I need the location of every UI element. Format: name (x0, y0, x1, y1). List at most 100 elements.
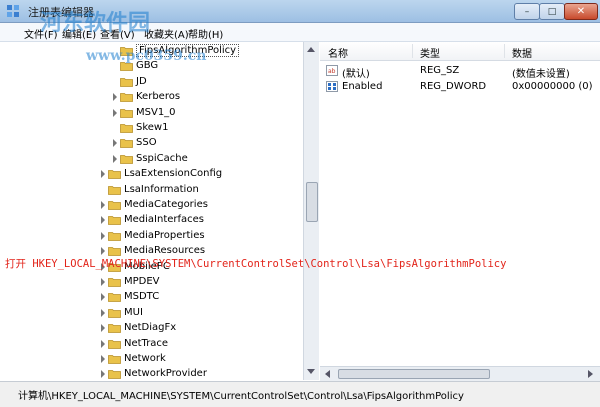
expand-arrow-icon[interactable] (101, 293, 105, 302)
expand-arrow-icon[interactable] (101, 324, 105, 333)
folder-icon (108, 308, 121, 318)
tree-item[interactable]: Kerberos (0, 90, 303, 105)
expand-arrow-icon[interactable] (101, 170, 105, 179)
tree-item[interactable]: LsaInformation (0, 183, 303, 198)
minimize-icon: – (524, 6, 530, 17)
tree-item[interactable]: SspiCache (0, 152, 303, 167)
tree-item[interactable]: Skew1 (0, 121, 303, 136)
scroll-left-icon[interactable] (325, 370, 330, 378)
list-horizontal-scrollbar[interactable] (320, 366, 600, 381)
tree-scroll-thumb[interactable] (306, 182, 318, 222)
folder-icon (108, 278, 121, 287)
instruction-annotation: 打开 HKEY_LOCAL_MACHINE\SYSTEM\CurrentCont… (5, 258, 507, 270)
expand-arrow-icon[interactable] (113, 139, 117, 148)
folder-icon (108, 201, 121, 210)
tree-item[interactable]: LsaExtensionConfig (0, 167, 303, 182)
tree-item-label: Kerberos (136, 91, 181, 103)
folder-icon (108, 170, 121, 180)
list-scroll-thumb[interactable] (338, 369, 490, 379)
tree-item-label: MediaCategories (124, 199, 208, 210)
maximize-button[interactable]: □ (539, 3, 565, 20)
tree-item[interactable]: NetworkProvider (0, 367, 303, 380)
tree-item-label: MUI (124, 306, 143, 318)
close-icon: ✕ (576, 6, 586, 17)
tree-item-label: Network (124, 353, 166, 364)
tree-item[interactable]: MediaProperties (0, 229, 303, 244)
tree-item[interactable]: MUI (0, 306, 303, 321)
tree-item[interactable]: NetTrace (0, 337, 303, 352)
column-header-data[interactable]: 数据 (512, 45, 532, 60)
tree-item-label: MediaInterfaces (124, 214, 205, 226)
title-bar[interactable]: 注册表编辑器 – □ ✕ (0, 0, 600, 23)
tree-item[interactable]: MediaInterfaces (0, 213, 303, 228)
scroll-up-icon[interactable] (307, 47, 315, 52)
tree-item-label: GBG (136, 60, 159, 72)
expand-arrow-icon[interactable] (101, 278, 105, 286)
folder-icon (108, 324, 121, 334)
tree-item-label: JD (136, 75, 147, 87)
column-header-name[interactable]: 名称 (328, 45, 348, 60)
expand-arrow-icon[interactable] (101, 247, 105, 256)
expand-arrow-icon[interactable] (101, 339, 105, 348)
menu-view[interactable]: 查看(V) (100, 26, 135, 41)
tree-item[interactable]: MSDTC (0, 290, 303, 305)
registry-editor-icon (7, 5, 19, 17)
menu-favorites[interactable]: 收藏夹(A) (144, 26, 189, 41)
scroll-down-icon[interactable] (307, 369, 315, 374)
expand-arrow-icon[interactable] (101, 370, 105, 379)
value-type: REG_DWORD (420, 81, 487, 92)
folder-icon (108, 185, 121, 195)
tree-item-label: Skew1 (136, 122, 169, 133)
folder-icon (120, 62, 133, 72)
list-item[interactable]: ab (默认) REG_SZ (数值未设置) (320, 63, 600, 80)
status-bar: 计算机\HKEY_LOCAL_MACHINE\SYSTEM\CurrentCon… (0, 381, 600, 407)
menu-file[interactable]: 文件(F) (24, 26, 58, 41)
expand-arrow-icon[interactable] (101, 231, 105, 240)
menu-edit[interactable]: 编辑(E) (62, 26, 96, 41)
expand-arrow-icon[interactable] (113, 154, 117, 163)
close-button[interactable]: ✕ (564, 3, 598, 20)
value-list: 名称 类型 数据 ab (默认) REG_SZ (数值未设置) Enabled … (320, 42, 600, 380)
folder-icon (120, 139, 133, 149)
tree-item[interactable]: Network (0, 352, 303, 367)
tree-item-label: MSDTC (124, 291, 160, 303)
value-type: REG_SZ (420, 65, 460, 76)
menu-help[interactable]: 帮助(H) (188, 26, 223, 41)
tree-item[interactable]: NetDiagFx (0, 321, 303, 336)
tree-item-label: FipsAlgorithmPolicy (136, 44, 240, 57)
tree-vertical-scrollbar[interactable] (303, 42, 319, 380)
tree-item[interactable]: MSV1_0 (0, 106, 303, 121)
tree-item[interactable]: GBG (0, 59, 303, 74)
tree-item[interactable]: MediaCategories (0, 198, 303, 213)
tree-item-label: NetworkProvider (124, 368, 207, 380)
tree-item-label: SSO (136, 137, 157, 149)
tree-item-label: LsaInformation (124, 183, 199, 195)
value-list-header: 名称 类型 数据 (320, 42, 600, 61)
expand-arrow-icon[interactable] (113, 108, 117, 117)
folder-icon (120, 77, 133, 87)
tree-item[interactable]: FipsAlgorithmPolicy (0, 44, 303, 59)
tree-item-label: SspiCache (136, 152, 188, 164)
value-name: Enabled (342, 81, 383, 92)
scroll-right-icon[interactable] (588, 370, 593, 378)
expand-arrow-icon[interactable] (113, 93, 117, 102)
minimize-button[interactable]: – (514, 3, 540, 20)
registry-key-tree[interactable]: FipsAlgorithmPolicy GBG JD Kerberos MSV1_0 Sk… (0, 42, 319, 380)
folder-icon (120, 47, 133, 56)
tree-item[interactable]: SSO (0, 136, 303, 151)
tree-item[interactable]: MPDEV (0, 275, 303, 290)
expand-arrow-icon[interactable] (101, 201, 105, 209)
column-header-type[interactable]: 类型 (420, 45, 440, 60)
expand-arrow-icon[interactable] (101, 355, 105, 363)
value-data: 0x00000000 (0) (512, 81, 593, 92)
maximize-icon: □ (547, 6, 557, 17)
tree-item-label: MPDEV (124, 276, 160, 287)
tree-item[interactable]: JD (0, 75, 303, 90)
tree-item-label: NetTrace (124, 337, 169, 349)
folder-icon (108, 231, 121, 241)
expand-arrow-icon[interactable] (101, 308, 105, 317)
list-item[interactable]: Enabled REG_DWORD 0x00000000 (0) (320, 79, 600, 95)
expand-arrow-icon[interactable] (101, 216, 105, 225)
tree-item-label: MediaProperties (124, 229, 205, 241)
value-name: (默认) (342, 69, 370, 80)
